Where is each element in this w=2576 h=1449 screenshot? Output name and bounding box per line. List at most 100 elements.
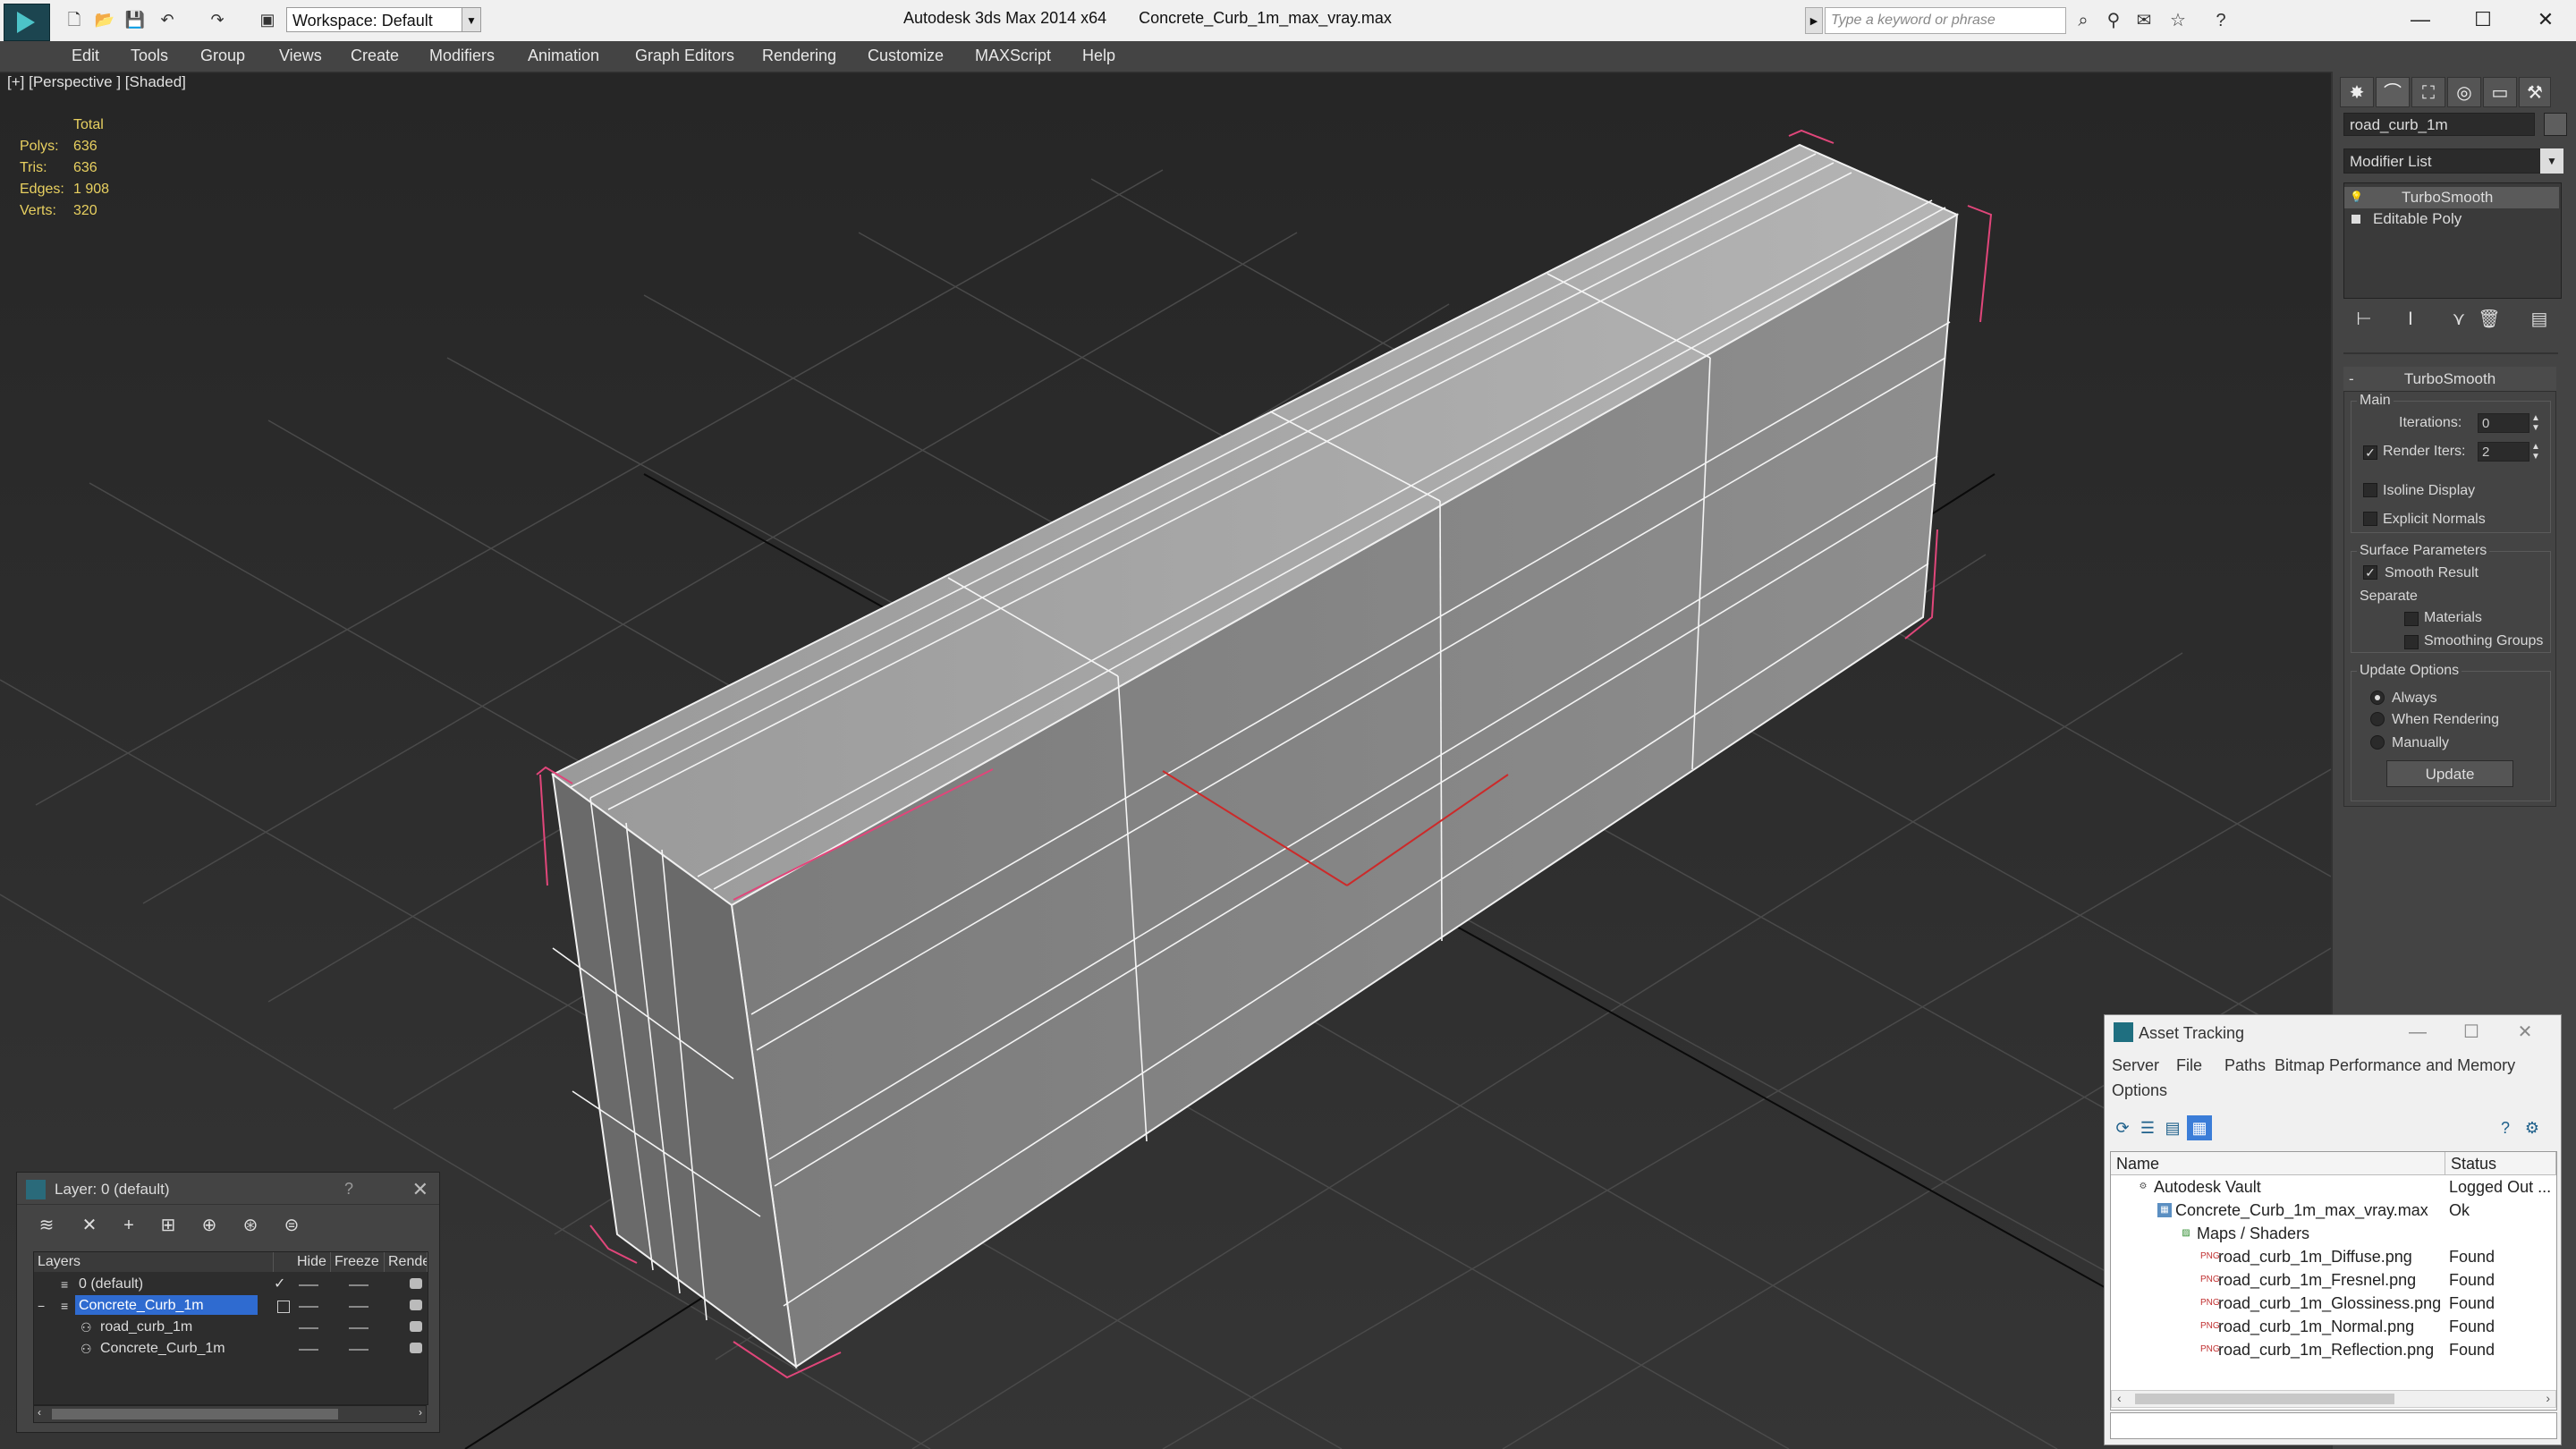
render-teapot-icon[interactable] xyxy=(410,1300,422,1310)
layer-row[interactable]: ≡ 0 (default) ✓ xyxy=(34,1274,426,1295)
help-icon[interactable]: ? xyxy=(2493,1115,2518,1140)
update-button[interactable]: Update xyxy=(2386,760,2513,787)
help-icon[interactable]: ? xyxy=(344,1180,353,1199)
viewport-label[interactable]: [+] [Perspective ] [Shaded] xyxy=(7,73,186,91)
asset-row[interactable]: PNG road_curb_1m_Fresnel.png Found xyxy=(2111,1268,2556,1292)
subscription-icon[interactable]: ⚲ xyxy=(2100,8,2127,33)
menu-create[interactable]: Create xyxy=(351,47,399,65)
scrollbar-thumb[interactable] xyxy=(2135,1394,2394,1404)
asset-row[interactable]: PNG road_curb_1m_Normal.png Found xyxy=(2111,1315,2556,1338)
menu-graph-editors[interactable]: Graph Editors xyxy=(635,47,734,65)
tab-display[interactable]: ▭ xyxy=(2483,77,2517,107)
asset-row[interactable]: PNG road_curb_1m_Glossiness.png Found xyxy=(2111,1292,2556,1315)
settings-icon[interactable]: ⚙ xyxy=(2520,1115,2545,1140)
asset-row[interactable]: ▨ Maps / Shaders xyxy=(2111,1222,2556,1245)
close-icon[interactable]: ✕ xyxy=(2507,1019,2543,1046)
collapse-icon[interactable]: - xyxy=(2349,367,2354,392)
isoline-display-checkbox[interactable] xyxy=(2363,483,2377,497)
asset-row[interactable]: PNG road_curb_1m_Reflection.png Found xyxy=(2111,1338,2556,1361)
manually-radio[interactable] xyxy=(2370,735,2385,750)
horizontal-scrollbar[interactable]: ‹ › xyxy=(2111,1390,2556,1408)
help-icon[interactable]: ? xyxy=(2207,8,2234,33)
when-rendering-radio[interactable] xyxy=(2370,712,2385,726)
minimize-icon[interactable]: — xyxy=(2394,4,2447,36)
explicit-normals-checkbox[interactable] xyxy=(2363,512,2377,526)
dialog-title-bar[interactable]: Asset Tracking — ☐ ✕ xyxy=(2105,1015,2561,1047)
menu-paths[interactable]: Paths xyxy=(2224,1056,2266,1075)
layer-row[interactable]: ⚇ road_curb_1m xyxy=(34,1317,426,1338)
layer-manager-icon[interactable]: ≋ xyxy=(31,1212,62,1239)
communication-icon[interactable]: ✉ xyxy=(2131,8,2157,33)
menu-edit[interactable]: Edit xyxy=(72,47,99,65)
menu-tools[interactable]: Tools xyxy=(131,47,168,65)
freeze-toggle[interactable] xyxy=(349,1349,369,1351)
menu-group[interactable]: Group xyxy=(200,47,245,65)
rollout-header[interactable]: - TurboSmooth xyxy=(2343,367,2556,392)
tab-utilities[interactable]: ⚒ xyxy=(2519,77,2551,107)
render-teapot-icon[interactable] xyxy=(410,1278,422,1289)
menu-maxscript[interactable]: MAXScript xyxy=(975,47,1051,65)
save-icon[interactable]: 💾 xyxy=(123,9,147,30)
modifier-list-select[interactable]: Modifier List xyxy=(2343,148,2563,174)
add-layer-icon[interactable]: + xyxy=(114,1212,144,1239)
menu-customize[interactable]: Customize xyxy=(868,47,944,65)
active-layer-check-icon[interactable]: ✓ xyxy=(274,1274,285,1295)
stack-item-editable-poly[interactable]: Editable Poly xyxy=(2344,208,2559,230)
layer-row[interactable]: ⚇ Concrete_Curb_1m xyxy=(34,1338,426,1360)
column-layers[interactable]: Layers xyxy=(34,1252,274,1272)
asset-row[interactable]: PNG road_curb_1m_Diffuse.png Found xyxy=(2111,1245,2556,1268)
materials-checkbox[interactable] xyxy=(2404,612,2419,626)
new-file-icon[interactable]: 🗋 xyxy=(63,9,86,30)
workspace-dropdown-icon[interactable]: ▼ xyxy=(462,7,481,32)
asset-path-field[interactable] xyxy=(2110,1412,2557,1439)
column-render[interactable]: Render xyxy=(385,1252,428,1272)
expand-icon[interactable]: − xyxy=(38,1295,45,1317)
app-logo-icon[interactable] xyxy=(4,4,50,41)
tab-create[interactable]: ✸ xyxy=(2340,77,2374,107)
search-input[interactable]: Type a keyword or phrase xyxy=(1825,7,2066,34)
column-hide[interactable]: Hide xyxy=(293,1252,331,1272)
menu-help[interactable]: Help xyxy=(1082,47,1115,65)
open-file-icon[interactable]: 📂 xyxy=(93,9,116,30)
refresh-icon[interactable]: ⟳ xyxy=(2110,1115,2135,1140)
scroll-left-icon[interactable]: ‹ xyxy=(2117,1391,2122,1405)
render-iters-input[interactable]: 2 xyxy=(2478,442,2529,462)
lightbulb-icon[interactable]: 💡 xyxy=(2350,191,2363,203)
pin-stack-icon[interactable]: ⊢ xyxy=(2349,306,2379,333)
scroll-left-icon[interactable]: ‹ xyxy=(38,1406,41,1419)
render-iters-spinner-icon[interactable]: ▲ ▼ xyxy=(2529,442,2542,462)
close-icon[interactable]: ✕ xyxy=(2519,4,2572,36)
minimize-icon[interactable]: — xyxy=(2400,1019,2436,1046)
set-active-checkbox[interactable] xyxy=(277,1301,290,1313)
scroll-right-icon[interactable]: › xyxy=(419,1406,422,1419)
menu-file[interactable]: File xyxy=(2176,1056,2202,1075)
hide-all-layers-icon[interactable]: ⊜ xyxy=(276,1212,307,1239)
make-unique-icon[interactable]: ⋎ xyxy=(2444,306,2474,333)
redo-icon[interactable]: ↷ xyxy=(206,9,229,30)
menu-server[interactable]: Server xyxy=(2112,1056,2159,1075)
tab-motion[interactable]: ◎ xyxy=(2447,77,2481,107)
undo-icon[interactable]: ↶ xyxy=(156,9,179,30)
object-color-swatch[interactable] xyxy=(2544,113,2567,136)
show-end-result-icon[interactable]: Ⅰ xyxy=(2395,306,2426,333)
freeze-toggle[interactable] xyxy=(349,1327,369,1329)
menu-bitmap-performance[interactable]: Bitmap Performance and Memory xyxy=(2275,1056,2515,1075)
scrollbar-thumb[interactable] xyxy=(52,1409,338,1419)
menu-rendering[interactable]: Rendering xyxy=(762,47,836,65)
binoculars-icon[interactable]: ⌕ xyxy=(2070,8,2097,33)
tab-hierarchy[interactable]: ⛶ xyxy=(2411,77,2445,107)
iterations-input[interactable]: 0 xyxy=(2478,413,2529,433)
close-icon[interactable]: ✕ xyxy=(412,1178,428,1201)
menu-animation[interactable]: Animation xyxy=(528,47,599,65)
column-name[interactable]: Name xyxy=(2111,1152,2445,1175)
iterations-spinner-icon[interactable]: ▲ ▼ xyxy=(2529,413,2542,433)
object-name-field[interactable]: road_curb_1m xyxy=(2343,113,2535,136)
maximize-icon[interactable]: ☐ xyxy=(2456,4,2510,36)
workspace-select[interactable]: Workspace: Default xyxy=(286,7,465,32)
menu-modifiers[interactable]: Modifiers xyxy=(429,47,495,65)
stack-item-turbosmooth[interactable]: 💡 TurboSmooth xyxy=(2344,187,2559,208)
configure-modifier-sets-icon[interactable]: ▤ xyxy=(2524,306,2555,333)
list-view-icon[interactable]: ☰ xyxy=(2135,1115,2160,1140)
freeze-toggle[interactable] xyxy=(349,1306,369,1308)
favorites-star-icon[interactable]: ☆ xyxy=(2165,8,2191,33)
